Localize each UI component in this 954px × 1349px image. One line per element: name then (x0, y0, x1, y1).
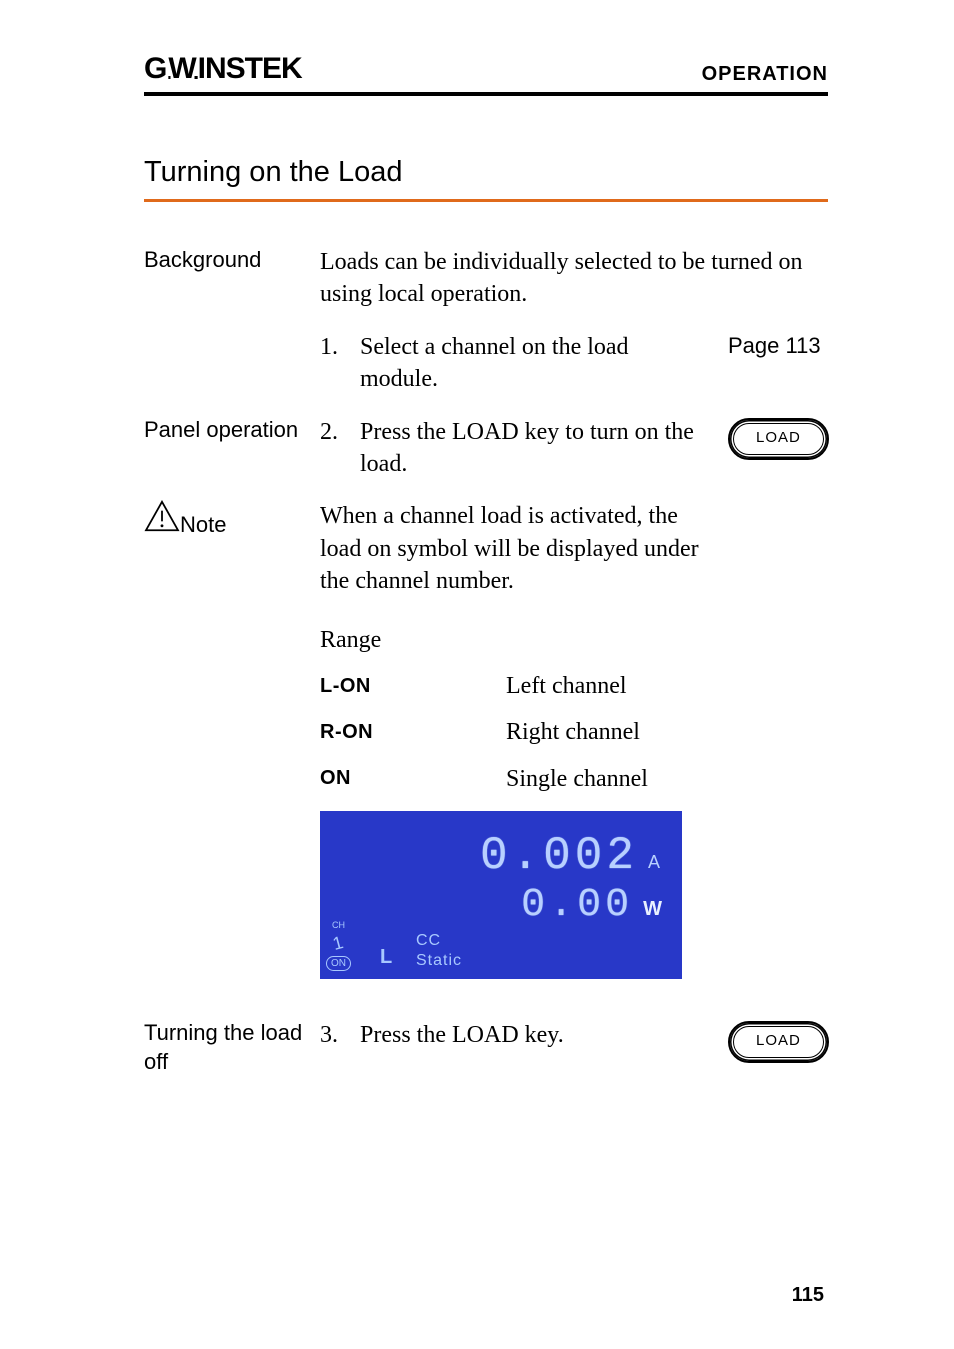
manual-page: GW INSTEK OPERATION Turning on the Load … (0, 0, 954, 1349)
load-key-button: LOAD (728, 418, 829, 460)
row-panel-operation: Panel operation 2. Press the LOAD key to… (144, 416, 828, 481)
lcd-display: 0.002 A 0.00 W CH 1 ON L CC Static (320, 811, 682, 979)
lcd-l-label: L (380, 944, 392, 971)
lcd-unit-w: W (643, 896, 662, 923)
row-range: Range L-ON Left channel R-ON Right chann… (144, 618, 828, 1000)
lcd-reading-a: 0.002 (480, 825, 638, 887)
step2-number: 2. (320, 416, 342, 481)
label-turning-off: Turning the load off (144, 1019, 320, 1076)
row-step1: 1. Select a channel on the load module. … (144, 331, 828, 396)
brand-logo: GW INSTEK (144, 52, 302, 86)
range-row-on: ON Single channel (320, 763, 828, 795)
step3-number: 3. (320, 1019, 342, 1063)
range-row-lon: L-ON Left channel (320, 670, 828, 702)
range-sym-on: ON (320, 765, 506, 792)
range-desc-lon: Left channel (506, 670, 627, 702)
lcd-unit-a: A (648, 850, 660, 874)
step3-text: Press the LOAD key. (360, 1019, 710, 1063)
step1-text: Select a channel on the load module. (360, 331, 710, 396)
section-title: Turning on the Load (144, 156, 828, 202)
range-sym-ron: R-ON (320, 719, 506, 746)
label-background: Background (144, 246, 320, 275)
row-turning-off: Turning the load off 3. Press the LOAD k… (144, 1019, 828, 1076)
page-header: GW INSTEK OPERATION (144, 52, 828, 96)
load-key-button-2: LOAD (728, 1021, 829, 1063)
header-section: OPERATION (702, 63, 828, 86)
page-number: 115 (792, 1284, 824, 1307)
row-note: Note When a channel load is activated, t… (144, 500, 828, 597)
label-note: Note (180, 512, 226, 537)
range-title: Range (320, 624, 828, 656)
lcd-on-badge: ON (326, 956, 351, 972)
label-panel-operation: Panel operation (144, 416, 320, 445)
range-desc-on: Single channel (506, 763, 648, 795)
lcd-reading-w: 0.00 (521, 879, 633, 933)
text-background: Loads can be individually selected to be… (320, 246, 828, 311)
range-row-ron: R-ON Right channel (320, 716, 828, 748)
range-desc-ron: Right channel (506, 716, 640, 748)
caution-icon (144, 500, 180, 532)
step2-text: Press the LOAD key to turn on the load. (360, 416, 710, 481)
step1-number: 1. (320, 331, 342, 396)
range-sym-lon: L-ON (320, 673, 506, 700)
lcd-channel-indicator: CH 1 ON (326, 919, 351, 971)
step1-page-ref: Page 113 (728, 331, 828, 396)
row-background: Background Loads can be individually sel… (144, 246, 828, 311)
lcd-mode: CC Static (416, 931, 462, 971)
text-note: When a channel load is activated, the lo… (320, 500, 720, 597)
